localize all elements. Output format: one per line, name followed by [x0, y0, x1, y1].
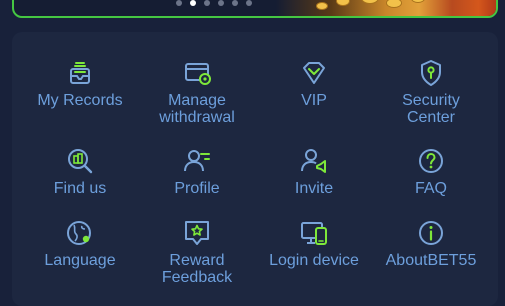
menu-item-label: Login device [269, 252, 359, 269]
menu-item-label: Profile [174, 180, 220, 197]
menu-item-profile[interactable]: Profile [137, 146, 257, 197]
promo-banner[interactable] [12, 0, 498, 18]
menu-item-language[interactable]: Language [20, 218, 140, 269]
carousel-dot[interactable] [246, 0, 252, 6]
account-menu-panel: My Records Manage withdrawal VIP Securit… [12, 32, 498, 306]
menu-item-vip[interactable]: VIP [254, 58, 374, 109]
menu-item-label: Security Center [402, 92, 460, 126]
login-device-icon [301, 222, 327, 245]
menu-item-find-us[interactable]: Find us [20, 146, 140, 197]
menu-item-label: Manage withdrawal [159, 92, 235, 126]
menu-item-label: VIP [301, 92, 327, 109]
menu-item-label: Find us [53, 180, 107, 197]
invite-icon [301, 149, 326, 173]
security-key-icon [421, 60, 441, 86]
faq-icon [419, 149, 443, 173]
menu-item-label: FAQ [414, 180, 447, 197]
menu-item-label: My Records [37, 92, 123, 109]
menu-item-reward-feedback[interactable]: Reward Feedback [137, 218, 257, 286]
about-info-icon [419, 221, 443, 245]
profile-icon [184, 150, 210, 172]
menu-item-security-center[interactable]: Security Center [371, 58, 491, 126]
menu-item-label: Reward Feedback [161, 252, 233, 286]
menu-item-my-records[interactable]: My Records [20, 58, 140, 109]
vip-diamond-icon [303, 62, 325, 84]
menu-item-about-bet55[interactable]: AboutBET55 [371, 218, 491, 269]
carousel-dot[interactable] [204, 0, 210, 6]
menu-item-faq[interactable]: FAQ [371, 146, 491, 197]
carousel-dot[interactable] [232, 0, 238, 6]
records-icon [70, 62, 90, 84]
find-us-icon [68, 149, 93, 174]
carousel-dot[interactable] [176, 0, 182, 6]
menu-item-manage-withdrawal[interactable]: Manage withdrawal [137, 58, 257, 126]
menu-item-label: AboutBET55 [385, 252, 477, 269]
carousel-dot[interactable] [218, 0, 224, 6]
carousel-dot-active[interactable] [190, 0, 196, 6]
reward-feedback-icon [185, 221, 209, 245]
carousel-indicator [176, 0, 252, 6]
withdrawal-card-icon [185, 63, 211, 85]
menu-item-invite[interactable]: Invite [254, 146, 374, 197]
menu-item-label: Language [44, 252, 116, 269]
banner-gold-coins-image [276, 0, 496, 16]
menu-item-label: Invite [294, 180, 334, 197]
language-globe-icon [67, 221, 91, 245]
menu-item-login-device[interactable]: Login device [254, 218, 374, 269]
